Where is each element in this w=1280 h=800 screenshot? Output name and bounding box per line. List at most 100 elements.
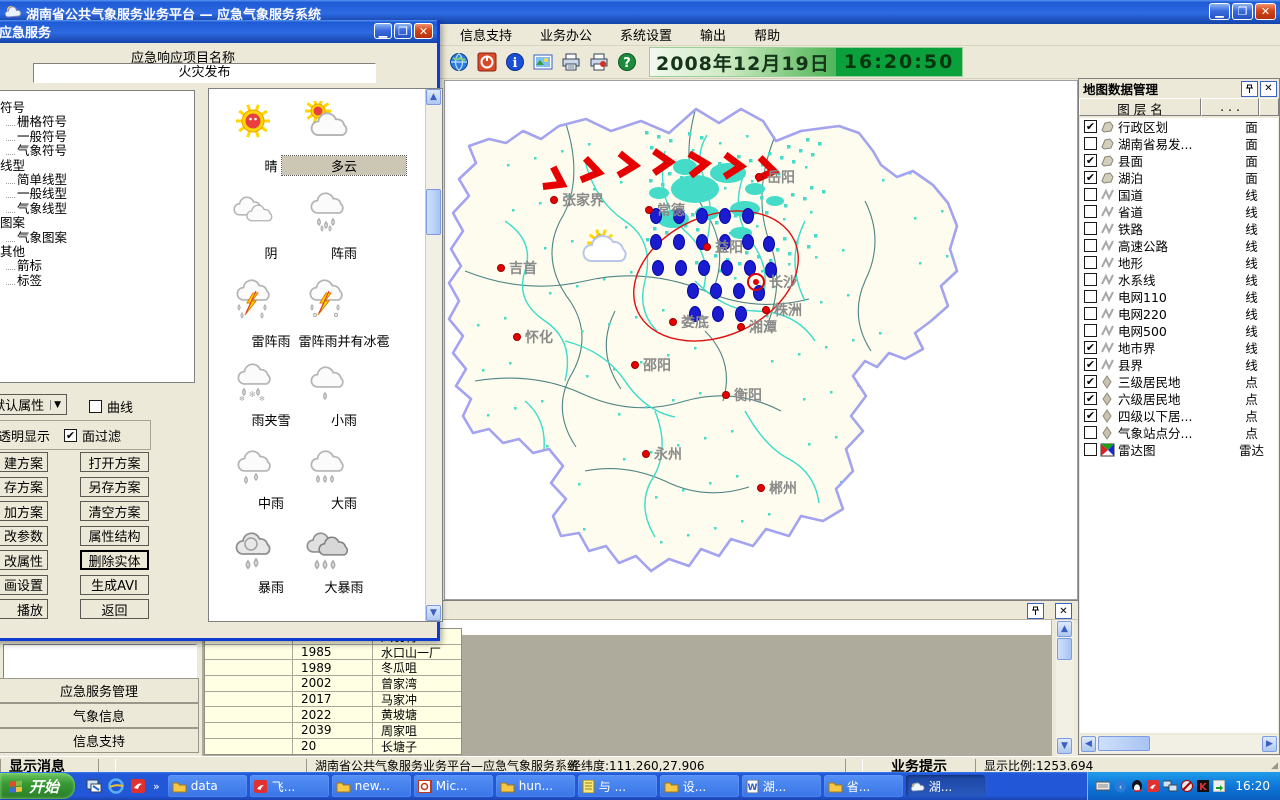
layer-checkbox[interactable]: ✔ <box>1084 171 1097 184</box>
city-dot-marker[interactable] <box>704 244 711 251</box>
layer-checkbox[interactable] <box>1084 426 1097 439</box>
column-header-layer[interactable]: 图 层 名 <box>1079 98 1201 116</box>
rain-drop-symbol[interactable] <box>688 284 699 299</box>
layer-checkbox[interactable] <box>1084 273 1097 286</box>
city-dot-marker[interactable] <box>551 197 558 204</box>
dialog-button-left-6[interactable]: 播放 <box>0 599 48 619</box>
print-preview-icon[interactable] <box>587 50 611 74</box>
default-attr-dropdown[interactable]: 改默认属性 ▼ <box>0 394 67 415</box>
city-dot-marker[interactable] <box>738 324 745 331</box>
dialog-button-right-5[interactable]: 生成AVI <box>80 575 149 595</box>
table-row-1[interactable]: 1985水口山一厂 <box>205 645 461 661</box>
close-button[interactable]: ✕ <box>1255 3 1276 20</box>
layer-checkbox[interactable] <box>1084 239 1097 252</box>
pin-icon[interactable] <box>1241 81 1258 97</box>
menu-item-0[interactable]: 信息支持 <box>446 23 526 46</box>
taskbar-task-9[interactable]: 湖... <box>906 775 985 797</box>
city-dot-marker[interactable] <box>646 207 653 214</box>
city-dot-marker[interactable] <box>514 334 521 341</box>
taskbar-task-5[interactable]: 与 ... <box>578 775 657 797</box>
layers-hscrollbar[interactable]: ◀ ▶ <box>1080 735 1278 753</box>
keyboard-icon[interactable] <box>1096 780 1110 792</box>
layer-checkbox[interactable] <box>1084 222 1097 235</box>
weather-symbol-label[interactable]: 雷阵雨并有冰雹 <box>282 331 406 350</box>
rain-drop-symbol[interactable] <box>764 237 775 252</box>
city-dot-marker[interactable] <box>763 307 770 314</box>
weather-symbol-label[interactable]: 大暴雨 <box>282 577 406 596</box>
taskbar-task-6[interactable]: 设... <box>660 775 739 797</box>
layer-checkbox[interactable] <box>1084 137 1097 150</box>
sidebar-button-2[interactable]: 信息支持 <box>0 728 199 753</box>
weather-symbol-suncloud-icon[interactable] <box>302 101 386 145</box>
show-desktop-icon[interactable] <box>85 777 103 795</box>
city-dot-marker[interactable] <box>643 451 650 458</box>
sidebar-button-1[interactable]: 气象信息 <box>0 703 199 728</box>
tree-item-6[interactable]: 一般线型 <box>0 187 194 201</box>
network-icon[interactable] <box>1163 780 1177 792</box>
kaspersky-icon[interactable]: K <box>1197 780 1209 792</box>
table-row-7[interactable]: 20长塘子 <box>205 739 461 755</box>
weather-symbol-thunder-icon[interactable] <box>229 277 313 321</box>
dialog-button-right-3[interactable]: 属性结构 <box>80 526 149 546</box>
menu-item-4[interactable]: 帮助 <box>740 23 794 46</box>
face-filter-checkbox[interactable]: ✔ <box>64 429 77 442</box>
tree-item-1[interactable]: 栅格符号 <box>0 115 194 129</box>
weather-symbol-label[interactable]: 大雨 <box>282 493 406 512</box>
symbol-gallery[interactable]: ▲ ▼ 晴多云阴阵雨雷阵雨雷阵雨并有冰雹✻✻✻雨夹雪小雨中雨大雨暴雨大暴雨 <box>208 88 443 622</box>
dialog-button-right-6[interactable]: 返回 <box>80 599 149 619</box>
table-row-4[interactable]: 2017马家冲 <box>205 692 461 708</box>
dialog-button-left-2[interactable]: 加方案 <box>0 501 48 521</box>
weather-symbol-partial-icon[interactable] <box>229 605 313 622</box>
feige-tray-icon[interactable] <box>1147 780 1159 792</box>
rain-drop-symbol[interactable] <box>743 209 754 224</box>
taskbar-task-8[interactable]: 省... <box>824 775 903 797</box>
city-dot-marker[interactable] <box>723 392 730 399</box>
start-button[interactable]: 开始 <box>0 773 75 799</box>
weather-symbol-label[interactable]: 阵雨 <box>282 243 406 262</box>
table-row-5[interactable]: 2022黄坡塘 <box>205 707 461 723</box>
layer-checkbox[interactable]: ✔ <box>1084 392 1097 405</box>
weather-symbol-label[interactable]: 多云 <box>282 156 406 175</box>
taskbar-task-3[interactable]: Mic... <box>414 775 493 797</box>
dialog-button-left-3[interactable]: 改参数 <box>0 526 48 546</box>
rain-drop-symbol[interactable] <box>674 235 685 250</box>
city-dot-marker[interactable] <box>758 485 765 492</box>
tree-item-8[interactable]: 图案 <box>0 216 194 230</box>
menu-item-3[interactable]: 输出 <box>686 23 740 46</box>
weather-symbol-label[interactable]: 小雨 <box>282 410 406 429</box>
layer-checkbox[interactable]: ✔ <box>1084 358 1097 371</box>
taskbar-task-0[interactable]: data <box>168 775 247 797</box>
symbol-tree[interactable]: 符号栅格符号一般符号气象符号线型简单线型一般线型气象线型图案气象图案其他箭标标签 <box>0 90 195 383</box>
scroll-right-icon[interactable]: ▶ <box>1262 736 1277 752</box>
symbols-vscrollbar[interactable]: ▲ ▼ <box>425 89 442 621</box>
menu-item-2[interactable]: 系统设置 <box>606 23 686 46</box>
rain-drop-symbol[interactable] <box>745 261 756 276</box>
table-row-2[interactable]: 1989冬瓜咀 <box>205 660 461 676</box>
project-name-input[interactable]: 火灾发布 <box>33 63 376 83</box>
power-icon[interactable] <box>475 50 499 74</box>
tree-item-0[interactable]: 符号 <box>0 101 194 115</box>
scroll-down-icon[interactable]: ▼ <box>1057 738 1072 754</box>
taskbar-task-4[interactable]: hun... <box>496 775 575 797</box>
weather-symbol-sun-icon[interactable] <box>229 101 313 145</box>
input-method-icon[interactable]: ‹ <box>1114 780 1127 793</box>
rain-drop-symbol[interactable] <box>653 261 664 276</box>
dialog-button-right-0[interactable]: 打开方案 <box>80 452 149 472</box>
image-icon[interactable] <box>531 50 555 74</box>
globe-icon[interactable] <box>447 50 471 74</box>
dialog-button-right-4[interactable]: 删除实体 <box>80 550 149 570</box>
tree-item-7[interactable]: 气象线型 <box>0 202 194 216</box>
ie-icon[interactable] <box>107 777 125 795</box>
hscroll-thumb[interactable] <box>1098 736 1150 751</box>
weather-symbol-sleet-icon[interactable]: ✻✻✻ <box>229 361 313 405</box>
quicklaunch-chevron-icon[interactable]: » <box>153 780 160 793</box>
layer-checkbox[interactable]: ✔ <box>1084 341 1097 354</box>
dialog-minimize-button[interactable]: ▁ <box>374 23 392 39</box>
bottom-pin-icon[interactable] <box>1027 603 1044 619</box>
layer-checkbox[interactable]: ✔ <box>1084 120 1097 133</box>
city-dot-marker[interactable] <box>498 265 505 272</box>
station-table[interactable]: 1951凤羽村1985水口山一厂1989冬瓜咀2002曾家湾2017马家冲202… <box>204 628 462 755</box>
panel-close-icon[interactable]: ✕ <box>1260 81 1277 97</box>
transparent-label[interactable]: 透明显示 <box>0 426 50 445</box>
layer-checkbox[interactable] <box>1084 205 1097 218</box>
